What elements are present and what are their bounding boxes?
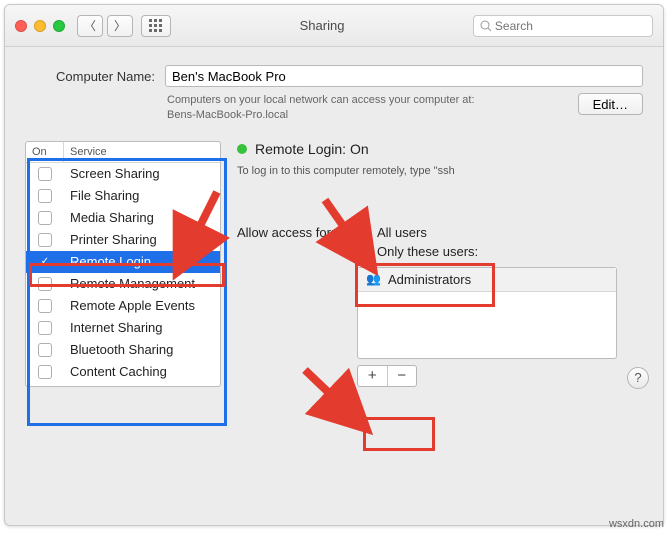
- login-instruction: To log in to this computer remotely, typ…: [237, 165, 643, 177]
- search-field[interactable]: [473, 15, 653, 37]
- services-header: On Service: [26, 142, 220, 163]
- service-checkbox[interactable]: [38, 211, 52, 225]
- grid-icon: [149, 19, 163, 33]
- service-checkbox[interactable]: ✓: [38, 255, 52, 269]
- add-user-button[interactable]: +: [358, 366, 388, 386]
- annotation-red-box-addremove: [363, 417, 435, 451]
- service-checkbox[interactable]: [38, 299, 52, 313]
- titlebar: 〈 〉 Sharing: [5, 5, 663, 47]
- service-row-screen-sharing[interactable]: Screen Sharing: [26, 163, 220, 185]
- service-detail: Remote Login: On To log in to this compu…: [237, 141, 643, 387]
- service-label: Remote Login: [64, 254, 220, 269]
- service-row-internet-sharing[interactable]: Internet Sharing: [26, 317, 220, 339]
- service-row-file-sharing[interactable]: File Sharing: [26, 185, 220, 207]
- radio-icon: [357, 225, 371, 239]
- zoom-icon[interactable]: [53, 20, 65, 32]
- search-icon: [480, 20, 491, 32]
- service-row-remote-apple-events[interactable]: Remote Apple Events: [26, 295, 220, 317]
- user-group-label: Administrators: [388, 272, 471, 287]
- col-on: On: [26, 142, 64, 162]
- computer-name-label: Computer Name:: [35, 69, 155, 84]
- service-label: File Sharing: [64, 188, 220, 203]
- service-checkbox[interactable]: [38, 343, 52, 357]
- search-input[interactable]: [495, 19, 646, 33]
- service-row-content-caching[interactable]: Content Caching: [26, 361, 220, 383]
- radio-all-label: All users: [377, 225, 427, 240]
- radio-icon: [357, 244, 371, 258]
- allow-access-label: Allow access for:: [237, 225, 347, 240]
- window-title: Sharing: [171, 18, 473, 33]
- status-label: Remote Login: On: [255, 141, 369, 157]
- computer-name-field[interactable]: [165, 65, 643, 87]
- content: Computer Name: Computers on your local n…: [5, 47, 663, 399]
- help-button[interactable]: ?: [627, 367, 649, 389]
- service-checkbox[interactable]: [38, 277, 52, 291]
- service-label: Bluetooth Sharing: [64, 342, 220, 357]
- service-row-remote-management[interactable]: Remote Management: [26, 273, 220, 295]
- watermark: wsxdn.com: [609, 518, 664, 530]
- service-checkbox[interactable]: [38, 167, 52, 181]
- col-service: Service: [64, 142, 220, 162]
- forward-button[interactable]: 〉: [107, 15, 133, 37]
- add-remove-control: + −: [357, 365, 417, 387]
- radio-only-label: Only these users:: [377, 244, 478, 259]
- group-icon: 👥: [366, 272, 382, 286]
- service-label: Screen Sharing: [64, 166, 220, 181]
- users-list[interactable]: 👥 Administrators: [357, 267, 617, 359]
- service-row-remote-login[interactable]: ✓ Remote Login: [26, 251, 220, 273]
- nav-buttons: 〈 〉: [77, 15, 133, 37]
- hint-line-1: Computers on your local network can acce…: [167, 93, 475, 108]
- back-button[interactable]: 〈: [77, 15, 103, 37]
- preferences-window: 〈 〉 Sharing Computer Name: Computers on …: [4, 4, 664, 526]
- service-label: Printer Sharing: [64, 232, 220, 247]
- services-table: On Service Screen Sharing File Sharing Med…: [25, 141, 221, 387]
- minimize-icon[interactable]: [34, 20, 46, 32]
- service-checkbox[interactable]: [38, 189, 52, 203]
- edit-hostname-button[interactable]: Edit…: [578, 93, 643, 115]
- service-checkbox[interactable]: [38, 321, 52, 335]
- service-label: Remote Management: [64, 276, 220, 291]
- hint-line-2: Bens-MacBook-Pro.local: [167, 108, 475, 123]
- status-indicator-icon: [237, 144, 247, 154]
- computer-name-row: Computer Name:: [35, 65, 643, 87]
- radio-only-users[interactable]: Only these users:: [357, 244, 478, 259]
- service-label: Content Caching: [64, 364, 220, 379]
- service-label: Media Sharing: [64, 210, 220, 225]
- service-label: Remote Apple Events: [64, 298, 220, 313]
- computer-name-hint: Computers on your local network can acce…: [167, 93, 475, 123]
- radio-all-users[interactable]: All users: [357, 225, 478, 240]
- close-icon[interactable]: [15, 20, 27, 32]
- service-label: Internet Sharing: [64, 320, 220, 335]
- service-row-printer-sharing[interactable]: Printer Sharing: [26, 229, 220, 251]
- service-row-media-sharing[interactable]: Media Sharing: [26, 207, 220, 229]
- list-item[interactable]: 👥 Administrators: [358, 268, 616, 292]
- remove-user-button[interactable]: −: [388, 366, 417, 386]
- window-controls: [15, 20, 65, 32]
- service-row-bluetooth-sharing[interactable]: Bluetooth Sharing: [26, 339, 220, 361]
- service-checkbox[interactable]: [38, 233, 52, 247]
- show-all-button[interactable]: [141, 15, 171, 37]
- service-checkbox[interactable]: [38, 365, 52, 379]
